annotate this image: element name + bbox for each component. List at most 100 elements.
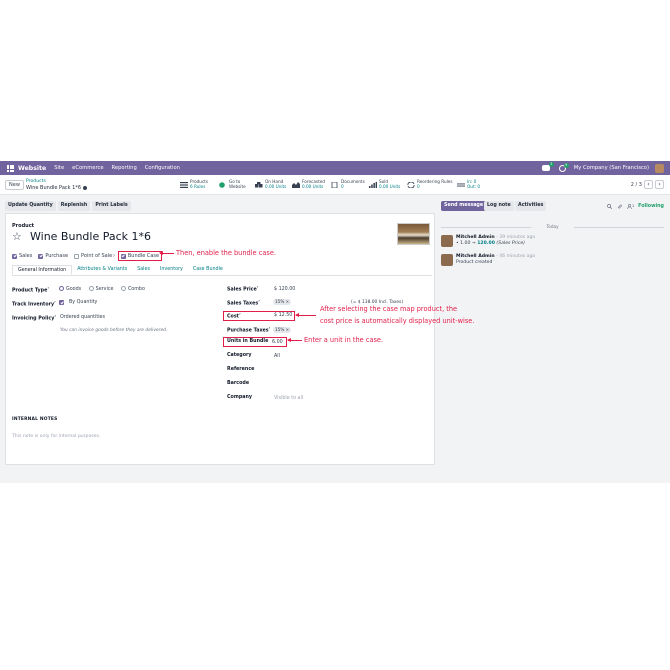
annotation-arrow-units — [287, 338, 302, 342]
breadcrumb-current: Wine Bundle Pack 1*6 — [26, 185, 88, 191]
bundle-case-checkbox-item[interactable]: Bundle Case — [117, 251, 163, 261]
tracking-old-value: 1.00 — [460, 241, 471, 246]
author-avatar[interactable] — [441, 235, 453, 247]
by-quantity-select[interactable]: By Quantity — [69, 300, 97, 305]
tab-sales[interactable]: Sales — [132, 265, 155, 275]
message-body: Product created — [456, 260, 493, 265]
checkbox-checked-icon[interactable] — [59, 300, 64, 305]
gear-icon[interactable] — [83, 185, 88, 190]
author-avatar[interactable] — [441, 254, 453, 266]
category-select[interactable]: All — [274, 354, 280, 359]
invoicing-policy-select[interactable]: Ordered quantities — [60, 315, 105, 320]
radio-goods[interactable] — [59, 286, 64, 291]
sales-tax-tag-label: 15% — [275, 299, 285, 304]
menu-ecommerce[interactable]: eCommerce — [72, 165, 103, 171]
activities-button[interactable]: Activities — [515, 201, 547, 211]
radio-combo[interactable] — [120, 286, 126, 291]
following-button[interactable]: Following — [638, 204, 664, 209]
smart-button-on-hand[interactable]: On Hand 0.00 Units — [255, 179, 286, 191]
smart-button-in-out[interactable]: In: 0 Out: 0 — [457, 179, 480, 191]
sales-checkbox-item[interactable]: Sales — [12, 253, 32, 259]
internal-notes-label: INTERNAL NOTES — [12, 417, 58, 422]
user-avatar[interactable] — [655, 163, 664, 173]
help-tooltip-icon[interactable]: ? — [54, 314, 56, 318]
smart-button-sold[interactable]: Sold 0.00 Units — [369, 179, 400, 191]
chat-badge: 3 — [548, 162, 554, 167]
message-time: - 46 minutes ago — [496, 254, 536, 259]
help-tooltip-icon[interactable]: ? — [47, 286, 49, 290]
help-tooltip-icon[interactable]: ? — [54, 300, 56, 304]
track-inventory-label-text: Track Inventory — [12, 302, 55, 308]
tab-case-bundle[interactable]: Case Bundle — [188, 265, 228, 275]
smart-button-go-to-website[interactable]: Go to Website — [219, 179, 246, 191]
message-author[interactable]: Mitchell Admin — [456, 235, 495, 240]
checkbox-checked-icon[interactable] — [12, 253, 17, 259]
purchase-checkbox-item[interactable]: Purchase — [38, 253, 68, 259]
cost-label-text: Cost — [227, 314, 239, 320]
help-tooltip-icon[interactable]: ? — [239, 312, 241, 316]
pager-value[interactable]: 2 / 3 — [631, 182, 642, 188]
tab-attributes-variants[interactable]: Attributes & Variants — [72, 265, 132, 275]
checkbox-checked-icon[interactable] — [38, 253, 44, 259]
company-switcher[interactable]: My Company (San Francisco) — [574, 165, 649, 171]
menu-reporting[interactable]: Reporting — [112, 165, 137, 171]
sales-taxes-label: Sales Taxes? — [227, 299, 260, 307]
checkbox-checked-icon[interactable] — [120, 253, 126, 259]
smart-button-reordering-rules[interactable]: Reordering Rules 0 — [407, 179, 453, 191]
company-select[interactable]: Visible to all — [274, 396, 303, 401]
company-label: Company — [227, 395, 253, 400]
search-icon[interactable] — [606, 203, 612, 209]
barcode-input[interactable] — [274, 381, 334, 387]
help-tooltip-icon[interactable]: ? — [257, 285, 259, 289]
sales-price-input[interactable]: $ 120.00 — [274, 287, 295, 292]
list-icon — [180, 182, 188, 188]
print-labels-button[interactable]: Print Labels — [92, 201, 131, 211]
purchase-taxes-label-text: Purchase Taxes — [227, 328, 269, 334]
remove-tag-icon[interactable]: × — [286, 299, 290, 304]
smart-label: Reordering Rules — [417, 179, 453, 185]
product-type-label: Product Type? — [12, 286, 49, 294]
activity-clock-icon[interactable]: 9 — [558, 162, 569, 172]
sales-tax-tag[interactable]: 15% × — [273, 299, 292, 305]
send-message-button[interactable]: Send message — [441, 201, 487, 211]
sales-price-label: Sales Price? — [227, 285, 258, 293]
reference-input[interactable] — [274, 367, 334, 373]
app-grid-icon[interactable] — [7, 164, 14, 172]
app-name[interactable]: Website — [18, 165, 46, 172]
replenish-button[interactable]: Replenish — [57, 201, 91, 211]
new-button[interactable]: New — [5, 180, 24, 190]
tab-general-information[interactable]: General Information — [12, 265, 73, 275]
message-time: - 39 minutes ago — [496, 235, 536, 240]
menu-configuration[interactable]: Configuration — [145, 165, 180, 171]
smart-button-pricelist-rules[interactable]: Products 6 Rules — [180, 179, 208, 191]
reference-label: Reference — [227, 367, 255, 372]
pager-next-button[interactable]: › — [655, 180, 664, 189]
units-in-bundle-input[interactable]: 6.00 — [272, 340, 283, 345]
update-quantity-button[interactable]: Update Quantity — [5, 201, 56, 211]
sales-price-label-text: Sales Price — [227, 287, 257, 293]
purchase-tax-tag[interactable]: 15% × — [273, 327, 292, 333]
checkbox-unchecked-icon[interactable] — [74, 253, 80, 259]
internal-notes-input[interactable]: This note is only for internal purposes. — [12, 434, 100, 439]
help-tooltip-icon[interactable]: ? — [258, 299, 260, 303]
tab-inventory[interactable]: Inventory — [155, 265, 188, 275]
pager-previous-button[interactable]: ‹ — [644, 180, 653, 189]
remove-tag-icon[interactable]: × — [286, 327, 290, 332]
chat-icon[interactable]: 3 — [541, 162, 554, 171]
favorite-star-icon[interactable]: ☆ — [12, 231, 22, 242]
smart-button-forecasted[interactable]: Forecasted 0.00 Units — [292, 179, 325, 191]
radio-service[interactable] — [88, 286, 94, 291]
product-name-input[interactable]: Wine Bundle Pack 1*6 — [30, 230, 151, 243]
product-label: Product — [12, 223, 35, 229]
help-tooltip-icon[interactable]: ? — [113, 254, 115, 258]
smart-button-documents[interactable]: Documents 0 — [331, 179, 365, 191]
product-image[interactable] — [397, 223, 430, 245]
log-note-button[interactable]: Log note — [484, 201, 514, 211]
cost-input[interactable]: $ 12.50 — [274, 313, 292, 318]
pos-checkbox-item[interactable]: Point of Sale? — [74, 253, 115, 259]
tracking-new-value: 120.00 — [477, 241, 495, 246]
paperclip-icon[interactable] — [617, 204, 622, 209]
menu-site[interactable]: Site — [54, 165, 64, 171]
message-author[interactable]: Mitchell Admin — [456, 254, 495, 259]
help-tooltip-icon[interactable]: ? — [269, 326, 271, 330]
